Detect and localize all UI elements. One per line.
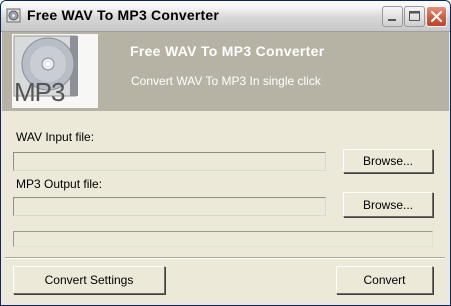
- banner-subtitle: Convert WAV To MP3 In single click: [131, 74, 321, 88]
- convert-settings-button[interactable]: Convert Settings: [13, 266, 165, 294]
- wav-input-field[interactable]: [13, 152, 326, 171]
- minimize-icon: [388, 19, 396, 21]
- close-button[interactable]: [426, 6, 447, 27]
- browse-mp3-button[interactable]: Browse...: [343, 192, 433, 217]
- close-icon: [430, 10, 443, 23]
- header-banner: MP3 Free WAV To MP3 Converter Convert WA…: [2, 32, 449, 111]
- app-icon: [6, 8, 21, 23]
- browse-wav-button[interactable]: Browse...: [343, 149, 433, 173]
- wav-input-label: WAV Input file:: [16, 130, 95, 144]
- convert-button[interactable]: Convert: [336, 266, 433, 294]
- conversion-progress-bar: [13, 231, 433, 247]
- mp3-output-label: MP3 Output file:: [16, 177, 103, 191]
- banner-title: Free WAV To MP3 Converter: [130, 43, 325, 59]
- mp3-output-field[interactable]: [13, 197, 326, 216]
- window-title: Free WAV To MP3 Converter: [27, 7, 219, 23]
- app-window: Free WAV To MP3 Converter MP3 Free WAV T…: [0, 0, 451, 306]
- minimize-button[interactable]: [382, 6, 403, 27]
- maximize-icon: [409, 11, 420, 21]
- maximize-button[interactable]: [404, 6, 425, 27]
- logo-text: MP3: [14, 77, 65, 107]
- mp3-logo: MP3: [12, 34, 98, 108]
- divider: [5, 257, 445, 259]
- title-bar[interactable]: Free WAV To MP3 Converter: [1, 1, 450, 32]
